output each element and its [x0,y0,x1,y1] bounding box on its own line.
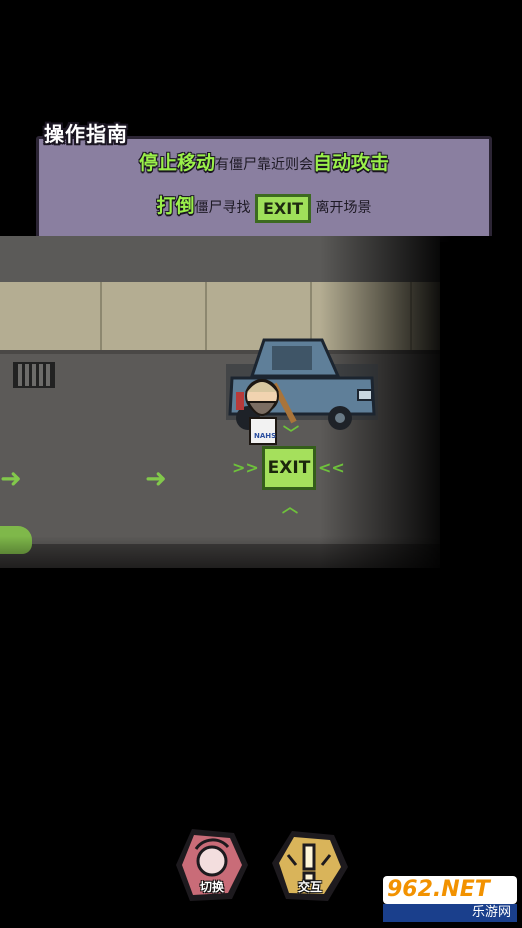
guide-highlight-knockdown: 打倒 [156,195,195,217]
chevron-left-icon: << [318,458,345,477]
switch-label: 切换 [199,880,224,894]
guide-line-2: 打倒僵尸寻找 EXIT 离开场景 [39,191,489,223]
hero-shirt-text: NAHS [254,432,277,440]
watermark-brand: 962.NET [387,877,490,902]
path-arrow-right-1: ➜ [0,464,22,494]
drain-grate [13,362,55,388]
guide-highlight-auto-attack: 自动攻击 [313,152,390,174]
watermark-sub: 乐游网 [383,904,517,922]
guide-text-find-exit: 僵尸寻找 [194,200,251,216]
guide-text-leave-scene: 离开场景 [315,200,372,216]
guide-panel: 停止移动有僵尸靠近则会自动攻击 打倒僵尸寻找 EXIT 离开场景 [36,136,492,240]
exit-sign[interactable]: EXIT [262,446,316,490]
guide-title: 操作指南 [44,122,128,146]
switch-button[interactable]: 切换 [172,825,252,905]
path-arrow-right-2: ➜ [145,464,167,494]
guide-highlight-stop-move: 停止移动 [138,152,215,174]
interact-button[interactable]: 交互 [270,825,350,905]
chevron-down-icon: ﹀ [283,424,300,443]
interact-label: 交互 [297,880,322,894]
guide-text-zombie-near: 有僵尸靠近则会 [215,157,313,173]
chevron-up-icon: ︿ [282,497,299,516]
guide-line-1: 停止移动有僵尸靠近则会自动攻击 [39,148,489,175]
chevron-right-icon: >> [232,458,259,477]
guide-exit-tag: EXIT [254,193,312,223]
watermark-logo: 962.NET 乐游网 [383,876,517,922]
